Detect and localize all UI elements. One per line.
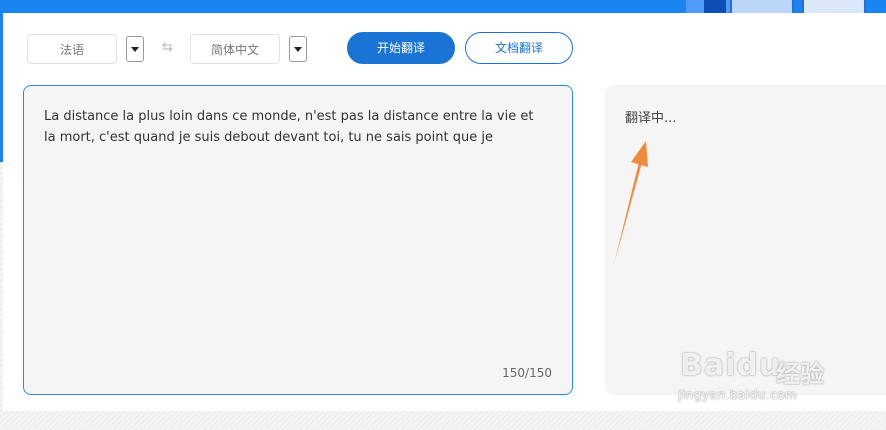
screenshot-stage: 法语 ⇆ 简体中文 开始翻译 文档翻译 La distance la plus … <box>0 0 886 430</box>
start-translate-button[interactable]: 开始翻译 <box>347 32 455 64</box>
source-language-select[interactable]: 法语 <box>27 34 117 64</box>
orange-arrow-annotation <box>614 141 648 264</box>
arrow-shaft <box>614 158 643 264</box>
source-language-dropdown-button[interactable] <box>126 36 144 62</box>
banner-shape <box>730 0 794 14</box>
banner-shape <box>802 0 866 14</box>
source-text[interactable]: La distance la plus loin dans ce monde, … <box>44 106 549 148</box>
watermark-brand: Baidu <box>680 348 782 383</box>
swap-languages-icon[interactable]: ⇆ <box>162 40 173 55</box>
dropdown-caret-icon <box>131 47 139 52</box>
arrow-head <box>631 141 648 167</box>
target-language-select[interactable]: 简体中文 <box>190 34 280 64</box>
dropdown-caret-icon <box>294 47 302 52</box>
watermark-url: jingyan.baidu.com <box>678 388 798 402</box>
banner-decoration <box>686 0 886 14</box>
banner-shape <box>704 0 726 14</box>
character-count: 150/150 <box>502 366 552 380</box>
target-language-dropdown-button[interactable] <box>289 36 307 62</box>
baidu-watermark: Baidu 经验 jingyan.baidu.com <box>676 332 876 412</box>
source-text-area[interactable]: La distance la plus loin dans ce monde, … <box>23 85 573 395</box>
document-translate-button[interactable]: 文档翻译 <box>465 32 573 64</box>
watermark-sub: 经验 <box>776 360 824 388</box>
translation-status: 翻译中... <box>625 111 677 126</box>
